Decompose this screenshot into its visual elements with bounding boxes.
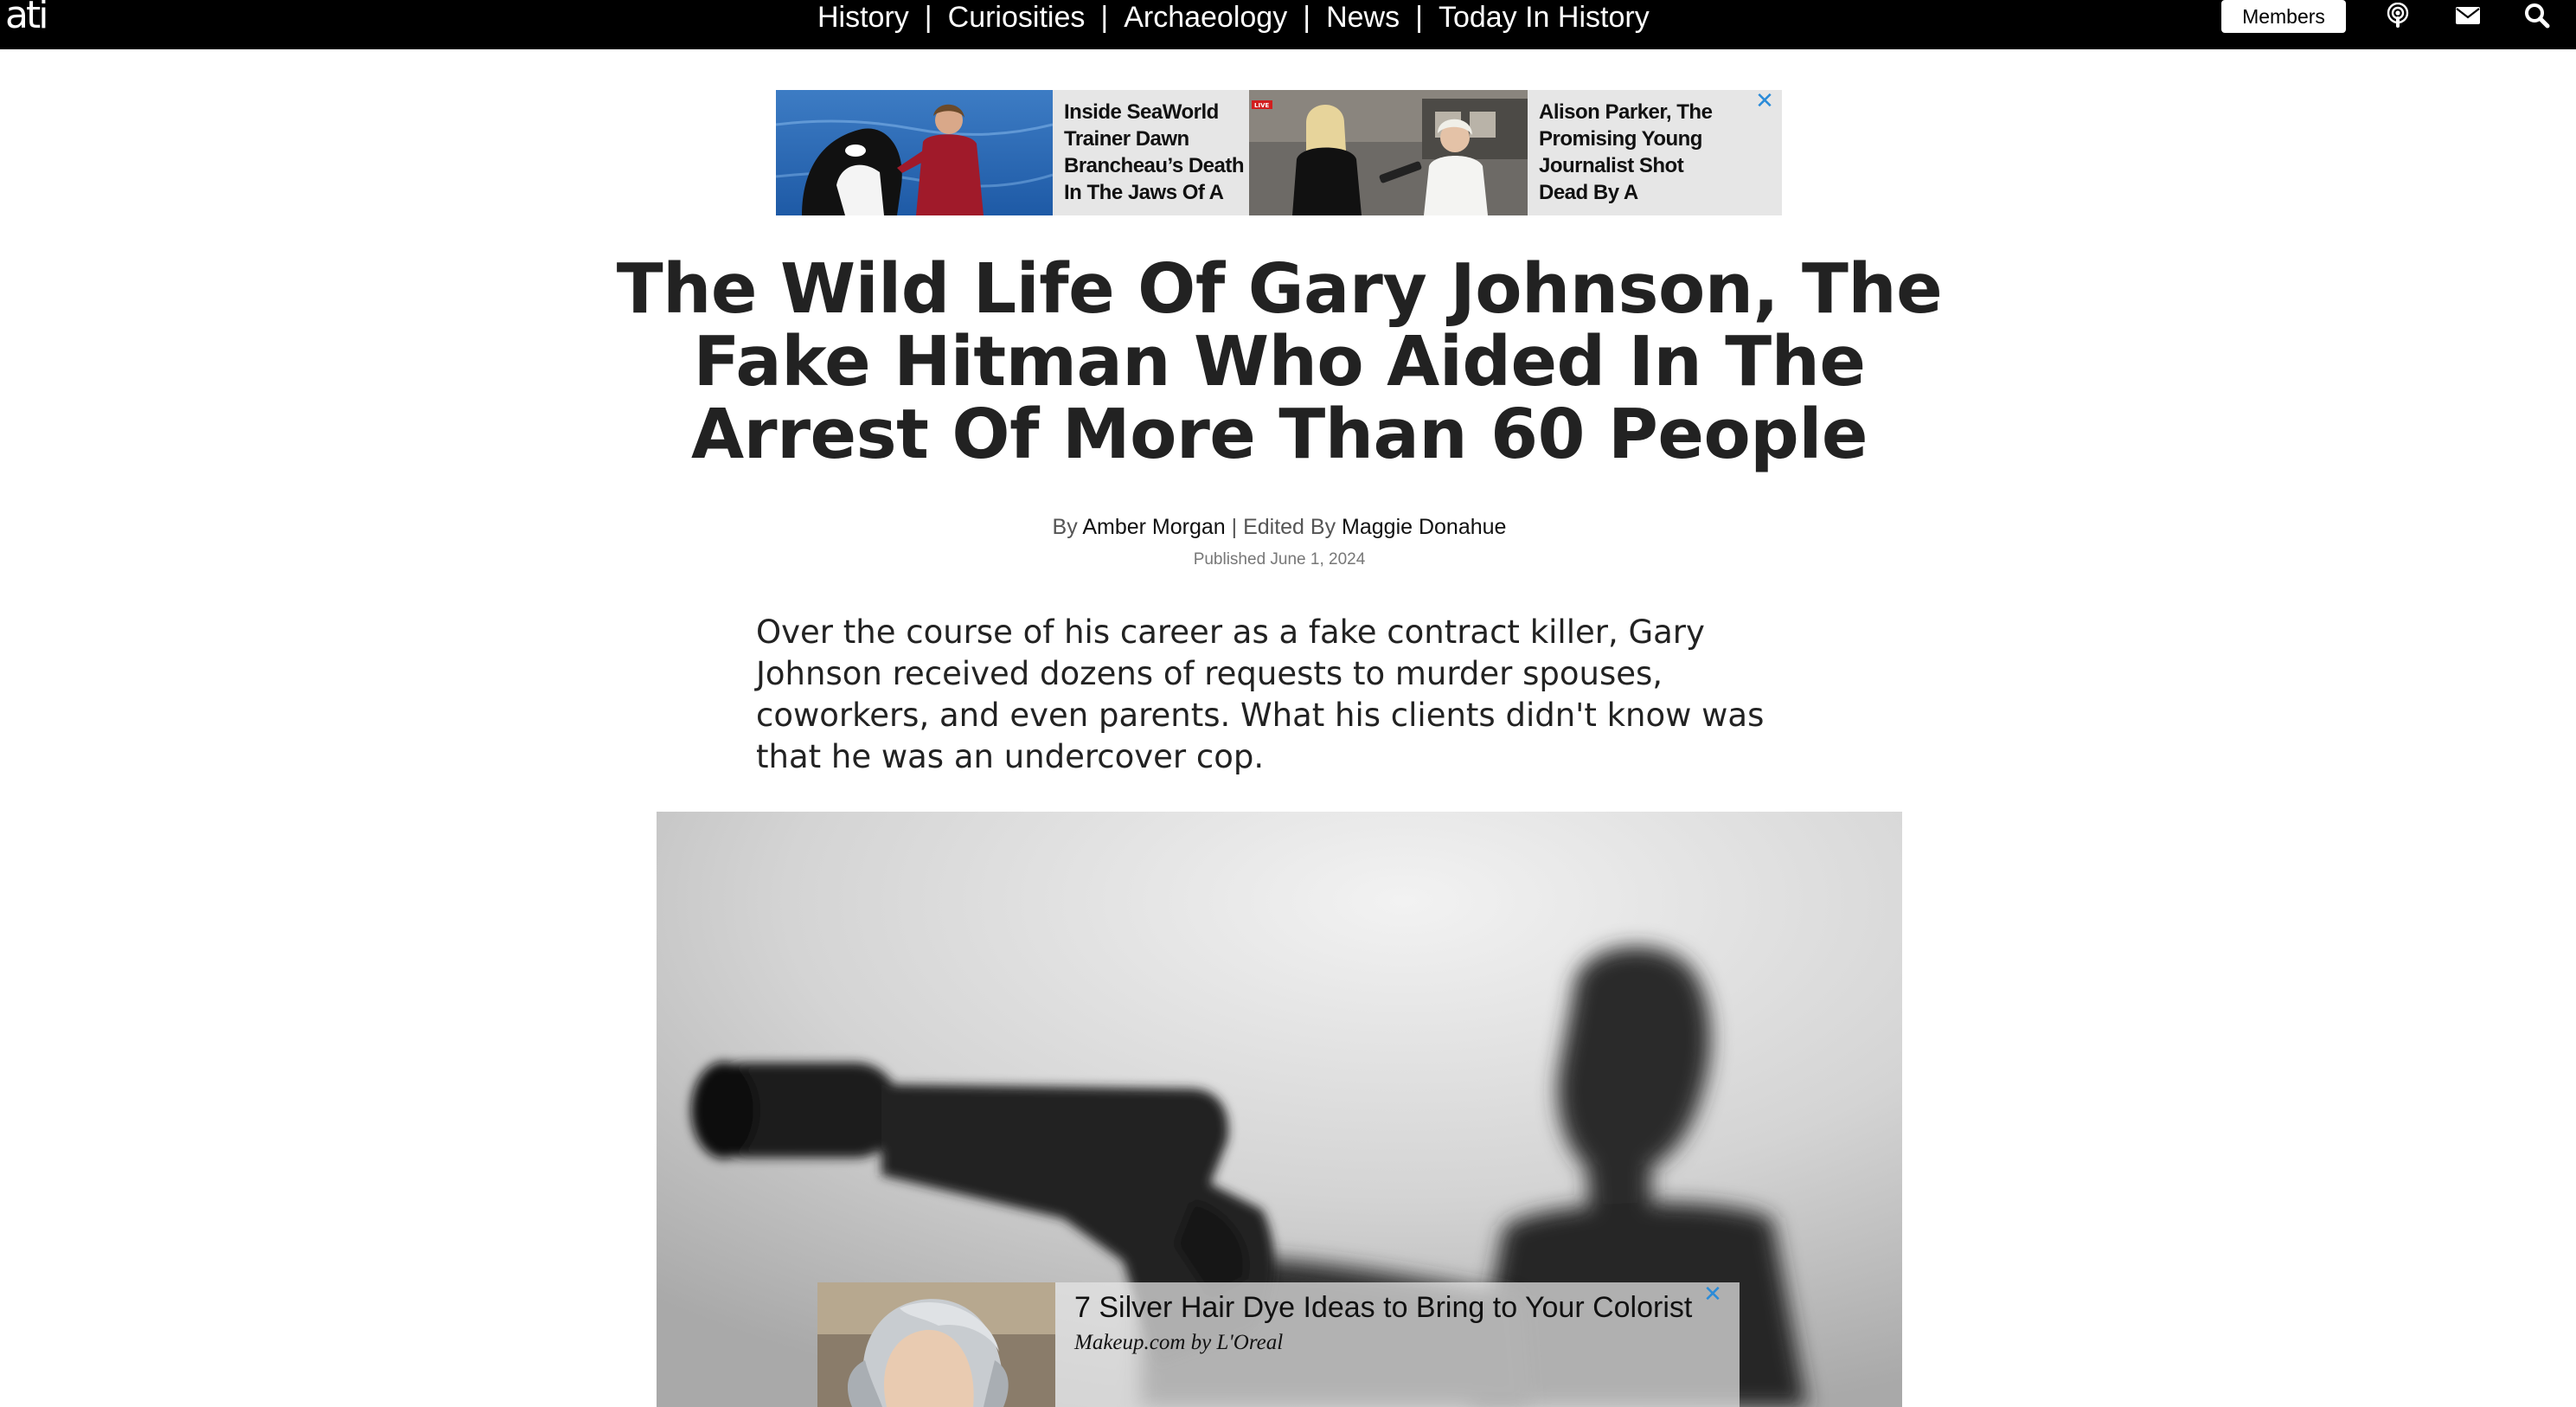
- editor-link[interactable]: Maggie Donahue: [1342, 515, 1506, 539]
- article-byline: By Amber Morgan | Edited By Maggie Donah…: [606, 515, 1953, 540]
- search-icon[interactable]: [2520, 0, 2554, 31]
- ad-title: Alison Parker, The Promising Young Journ…: [1539, 100, 1713, 204]
- ad-source: Makeup.com by L'Oreal: [1074, 1331, 1284, 1354]
- nav-item-today-in-history[interactable]: Today In History: [1439, 1, 1650, 34]
- close-icon[interactable]: ✕: [1753, 90, 1776, 112]
- nav-separator: |: [1415, 1, 1423, 34]
- svg-text:LIVE: LIVE: [1254, 102, 1269, 109]
- author-link[interactable]: Amber Morgan: [1082, 515, 1225, 539]
- nav-item-news[interactable]: News: [1326, 1, 1400, 34]
- silver-hair-woman-photo: [817, 1282, 1055, 1407]
- article-dek: Over the course of his career as a fake …: [756, 614, 1765, 775]
- nav-separator: |: [1303, 1, 1311, 34]
- close-icon[interactable]: ✕: [1701, 1283, 1724, 1306]
- bottom-sticky-ad[interactable]: 7 Silver Hair Dye Ideas to Bring to Your…: [817, 1282, 1740, 1407]
- edited-by-prefix: | Edited By: [1231, 515, 1336, 539]
- main-nav: History | Curiosities | Archaeology | Ne…: [817, 0, 1650, 35]
- members-button[interactable]: Members: [2221, 0, 2346, 33]
- ad-title: 7 Silver Hair Dye Ideas to Bring to Your…: [1074, 1291, 1693, 1324]
- site-header: ati History | Curiosities | Archaeology …: [0, 0, 2576, 49]
- nav-item-history[interactable]: History: [817, 1, 909, 34]
- podcast-icon[interactable]: [2381, 0, 2415, 31]
- nav-item-curiosities[interactable]: Curiosities: [948, 1, 1086, 34]
- ad-card-alison-parker[interactable]: LIVE Alison Parker, The Promising Young …: [1249, 90, 1782, 215]
- top-ad-strip: Inside SeaWorld Trainer Dawn Brancheau’s…: [776, 90, 1782, 215]
- site-logo[interactable]: ati: [5, 0, 48, 35]
- nav-separator: |: [1100, 1, 1109, 34]
- news-reporter-photo: LIVE: [1249, 90, 1528, 215]
- nav-separator: |: [924, 1, 932, 34]
- orca-trainer-photo: [776, 90, 1053, 215]
- ad-title: Inside SeaWorld Trainer Dawn Brancheau’s…: [1064, 100, 1245, 204]
- publish-date: Published June 1, 2024: [1193, 550, 1366, 569]
- byline-prefix: By: [1052, 515, 1078, 539]
- nav-item-archaeology[interactable]: Archaeology: [1124, 1, 1287, 34]
- mail-icon[interactable]: [2451, 0, 2485, 31]
- ad-card-seaworld[interactable]: Inside SeaWorld Trainer Dawn Brancheau’s…: [776, 90, 1248, 215]
- article-headline: The Wild Life Of Gary Johnson, The Fake …: [616, 249, 1943, 474]
